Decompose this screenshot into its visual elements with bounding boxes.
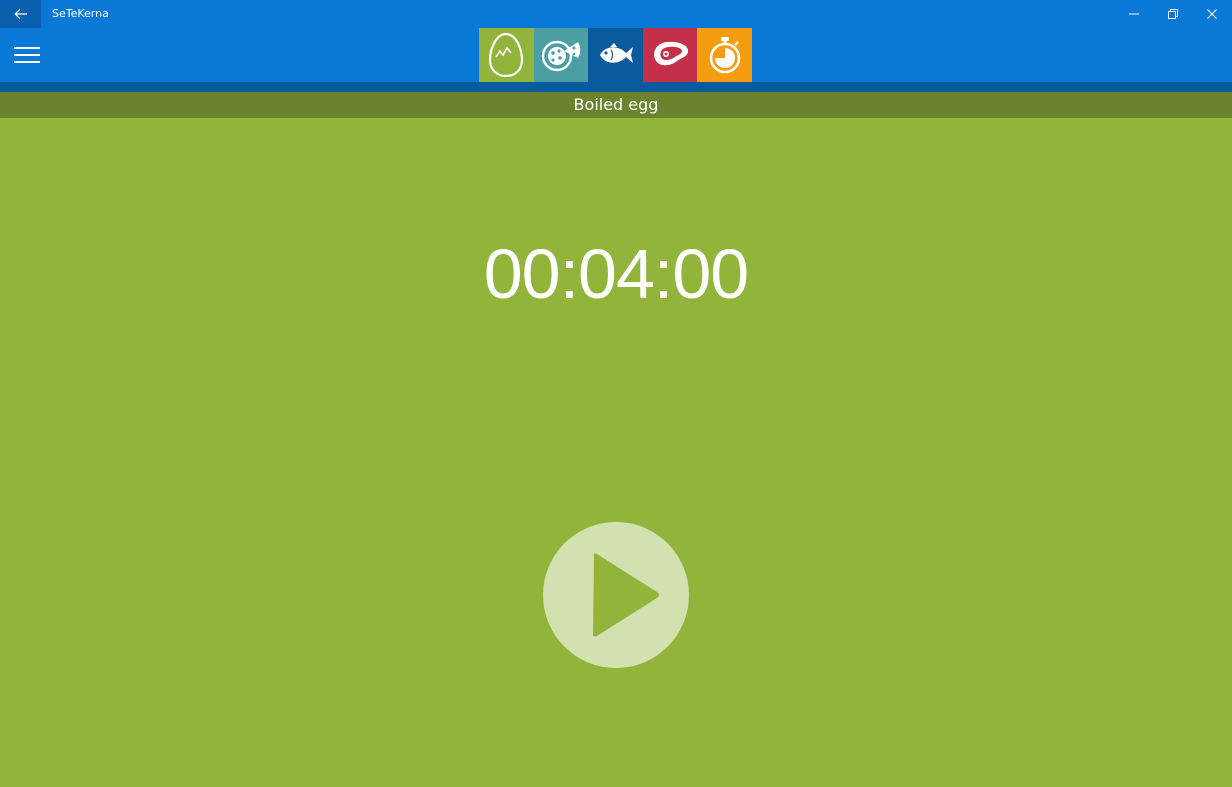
app-window: SeTeKerna Boiled egg 00:04:00: [0, 0, 1232, 787]
recipe-title: Boiled egg: [573, 95, 659, 114]
minimize-icon: [1128, 13, 1139, 15]
close-icon: [1206, 9, 1217, 19]
play-icon: [593, 553, 659, 637]
pizza-icon: [541, 40, 581, 72]
title-bar: SeTeKerna: [0, 0, 1232, 28]
category-tile-fish[interactable]: [588, 28, 643, 82]
app-title: SeTeKerna: [52, 7, 109, 20]
meat-icon: [654, 41, 689, 66]
close-button[interactable]: [1192, 0, 1231, 28]
category-tile-pizza[interactable]: [533, 28, 589, 82]
subtitle-bar: Boiled egg: [0, 92, 1232, 118]
category-tile-stopwatch[interactable]: [697, 28, 752, 82]
stopwatch-icon: [709, 37, 740, 74]
app-header: [0, 28, 1232, 82]
fish-icon: [600, 43, 634, 63]
play-button[interactable]: [543, 522, 689, 668]
restore-button[interactable]: [1153, 0, 1192, 28]
restore-icon: [1167, 9, 1178, 19]
hamburger-menu-button[interactable]: [8, 36, 46, 74]
timer-display: 00:04:00: [483, 235, 749, 313]
category-tile-meat[interactable]: [642, 28, 698, 82]
category-tile-egg[interactable]: [479, 28, 534, 82]
egg-icon: [489, 32, 524, 78]
minimize-button[interactable]: [1114, 0, 1153, 28]
hamburger-icon: [14, 47, 40, 63]
category-bar: [479, 28, 752, 82]
back-button[interactable]: [0, 0, 41, 28]
arrow-left-icon: [13, 8, 27, 20]
header-divider: [0, 82, 1232, 92]
